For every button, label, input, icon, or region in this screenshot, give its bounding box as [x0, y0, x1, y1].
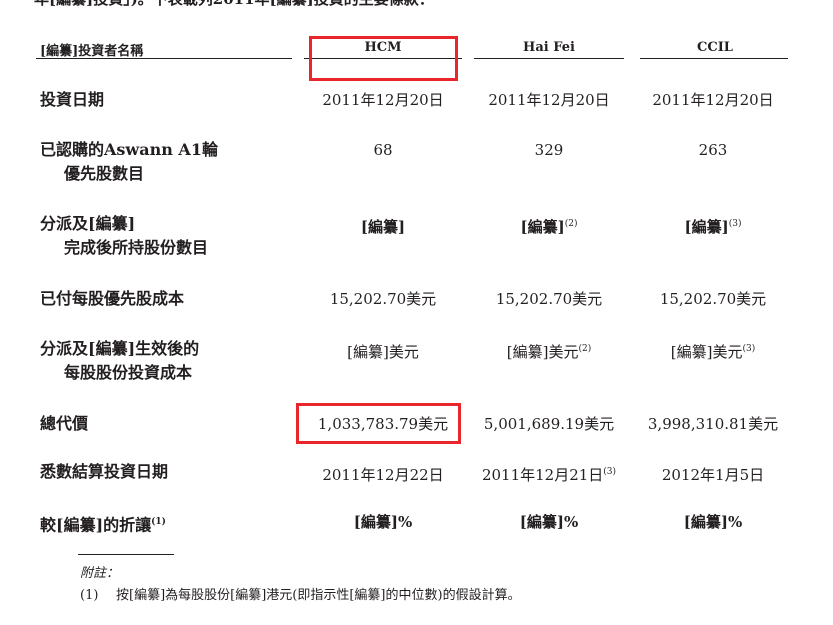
cell-hcm-settlement-date: 2011年12月22日	[322, 466, 444, 484]
cell-ccil-settlement-date: 2012年1月5日	[661, 466, 765, 484]
cell-hcm-cost-per-share: [編纂]美元	[347, 343, 419, 361]
header-rule-ccil	[640, 58, 788, 59]
cell-haifei-cost-per-share: [編纂]美元(2)	[506, 343, 592, 361]
cell-haifei-shares-held: [編纂](2)	[520, 218, 578, 236]
header-rule-label	[36, 58, 292, 59]
cell-haifei-subscribed-shares: 329	[534, 141, 564, 159]
footnote-item: (1) 按[編纂]為每股股份[編纂]港元(即指示性[編纂]的中位數)的假設計算。	[80, 588, 521, 603]
cell-ccil-shares-held: [編纂](3)	[684, 218, 742, 236]
row-label-investment-date: 投資日期	[40, 90, 105, 109]
cell-ccil-cost-per-share: [編纂]美元(3)	[670, 343, 756, 361]
cell-hcm-cost-per-preferred: 15,202.70美元	[329, 290, 437, 308]
row-label-total-consideration: 總代價	[40, 414, 89, 433]
row-label-settlement-date: 悉數結算投資日期	[40, 462, 169, 481]
row-label-discount: 較[編纂]的折讓(1)	[40, 515, 166, 535]
cell-ccil-cost-per-preferred: 15,202.70美元	[659, 290, 767, 308]
header-rule-hai-fei	[474, 58, 624, 59]
header-ccil: CCIL	[697, 40, 733, 55]
cell-hcm-subscribed-shares: 68	[373, 141, 393, 159]
cell-hcm-shares-held: [編纂]	[360, 218, 406, 236]
row-label-cost-per-share: 分派及[編纂]生效後的 每股股份投資成本	[40, 339, 200, 382]
cell-haifei-discount: [編纂]%	[519, 513, 579, 531]
row-label-shares-held: 分派及[編纂] 完成後所持股份數目	[40, 214, 209, 257]
footnote-rule	[78, 554, 174, 555]
cell-ccil-discount: [編纂]%	[683, 513, 743, 531]
cell-ccil-total-consideration: 3,998,310.81美元	[647, 415, 779, 433]
intro-text: 年[編纂]投資」)。下表載列2011年[編纂]投資的主要條款：	[34, 0, 434, 9]
highlight-box-hcm-total	[296, 403, 461, 444]
header-hai-fei: Hai Fei	[523, 40, 575, 55]
cell-haifei-investment-date: 2011年12月20日	[488, 91, 610, 109]
cell-haifei-settlement-date: 2011年12月21日(3)	[481, 466, 617, 484]
cell-hcm-investment-date: 2011年12月20日	[322, 91, 444, 109]
footnote-title: 附註：	[80, 566, 120, 581]
row-label-subscribed-shares: 已認購的Aswann A1輪 優先股數目	[40, 140, 218, 183]
cell-ccil-investment-date: 2011年12月20日	[652, 91, 774, 109]
cell-ccil-subscribed-shares: 263	[698, 141, 728, 159]
cell-haifei-total-consideration: 5,001,689.19美元	[483, 415, 615, 433]
highlight-box-hcm-header	[309, 36, 458, 81]
header-label: [編纂]投資者名稱	[40, 44, 144, 59]
cell-haifei-cost-per-preferred: 15,202.70美元	[495, 290, 603, 308]
cell-hcm-discount: [編纂]%	[353, 513, 413, 531]
row-label-cost-per-preferred: 已付每股優先股成本	[40, 289, 185, 308]
